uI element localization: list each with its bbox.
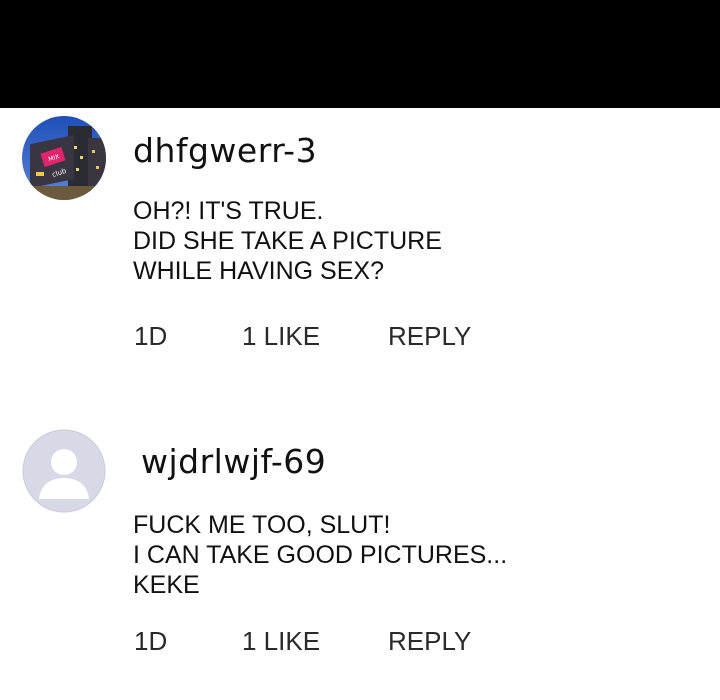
comment-username[interactable]: dhfgwerr-3 [133, 131, 317, 170]
reply-button[interactable]: REPLY [388, 626, 471, 657]
comment-line: I CAN TAKE GOOD PICTURES... [133, 541, 508, 569]
avatar[interactable] [22, 429, 106, 513]
comment-text: FUCK ME TOO, SLUT! I CAN TAKE GOOD PICTU… [133, 510, 507, 600]
avatar[interactable]: MIX club [22, 116, 106, 200]
comment-line: WHILE HAVING SEX? [133, 257, 384, 285]
comment-text: OH?! IT'S TRUE. DID SHE TAKE A PICTURE W… [133, 196, 442, 286]
comment-time: 1D [134, 626, 168, 656]
like-count-button[interactable]: 1 LIKE [242, 626, 320, 657]
comment-line: OH?! IT'S TRUE. [133, 197, 324, 225]
default-user-avatar-icon [22, 429, 106, 513]
top-black-bar [0, 0, 720, 108]
building-photo-avatar-icon: MIX club [22, 116, 106, 200]
comment-line: DID SHE TAKE A PICTURE [133, 227, 442, 255]
reply-button[interactable]: REPLY [388, 321, 471, 352]
like-count-button[interactable]: 1 LIKE [242, 321, 320, 352]
comment-time: 1D [134, 321, 168, 351]
comment-username[interactable]: wjdrlwjf-69 [141, 442, 326, 481]
comment-line: KEKE [133, 571, 200, 599]
comment-line: FUCK ME TOO, SLUT! [133, 511, 391, 539]
